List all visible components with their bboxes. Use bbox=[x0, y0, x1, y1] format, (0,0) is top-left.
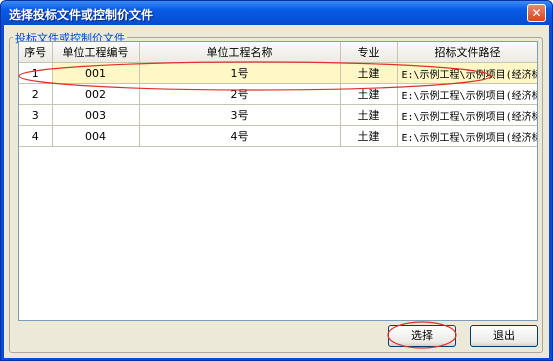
cell-unit-name: 4号 bbox=[139, 125, 341, 147]
cell-unit-name: 3号 bbox=[139, 104, 341, 126]
col-header-unit-name[interactable]: 单位工程名称 bbox=[139, 42, 341, 63]
table-row[interactable]: 2 002 2号 土建 E:\示例工程\示例项目(经济标投 bbox=[19, 83, 537, 105]
col-header-discipline[interactable]: 专业 bbox=[340, 42, 398, 63]
cell-discipline: 土建 bbox=[340, 83, 398, 105]
exit-button[interactable]: 退出 bbox=[470, 325, 538, 347]
cell-discipline: 土建 bbox=[340, 104, 398, 126]
table-row-selected[interactable]: 1 001 1号 土建 E:\示例工程\示例项目(经济标投 bbox=[19, 62, 537, 84]
cell-discipline: 土建 bbox=[340, 125, 398, 147]
cell-unit-code: 002 bbox=[52, 83, 140, 105]
table-row[interactable]: 3 003 3号 土建 E:\示例工程\示例项目(经济标投 bbox=[19, 104, 537, 126]
select-button[interactable]: 选择 bbox=[388, 325, 456, 347]
window-title: 选择投标文件或控制价文件 bbox=[9, 8, 154, 22]
cell-unit-code: 004 bbox=[52, 125, 140, 147]
cell-seq: 3 bbox=[19, 104, 53, 126]
dialog-body: 投标文件或控制价文件 序号 单位工程编号 单位工程名称 专业 招标文件路径 1 … bbox=[4, 25, 549, 358]
dialog-window: 选择投标文件或控制价文件 ✕ 投标文件或控制价文件 序号 单位工程编号 单位工程… bbox=[0, 0, 553, 361]
cell-unit-name: 1号 bbox=[139, 62, 341, 84]
cell-unit-code: 003 bbox=[52, 104, 140, 126]
close-button[interactable]: ✕ bbox=[527, 4, 546, 22]
cell-unit-name: 2号 bbox=[139, 83, 341, 105]
cell-file-path: E:\示例工程\示例项目(经济标投 bbox=[397, 83, 537, 105]
col-header-seq[interactable]: 序号 bbox=[19, 42, 53, 63]
cell-discipline: 土建 bbox=[340, 62, 398, 84]
file-grid[interactable]: 序号 单位工程编号 单位工程名称 专业 招标文件路径 1 001 1号 土建 E… bbox=[18, 41, 538, 321]
cell-seq: 2 bbox=[19, 83, 53, 105]
cell-seq: 4 bbox=[19, 125, 53, 147]
cell-file-path: E:\示例工程\示例项目(经济标投 bbox=[397, 125, 537, 147]
close-icon: ✕ bbox=[531, 6, 542, 20]
cell-seq: 1 bbox=[19, 62, 53, 84]
cell-unit-code: 001 bbox=[52, 62, 140, 84]
file-table: 序号 单位工程编号 单位工程名称 专业 招标文件路径 1 001 1号 土建 E… bbox=[19, 42, 537, 147]
title-bar[interactable]: 选择投标文件或控制价文件 ✕ bbox=[1, 1, 552, 25]
table-row[interactable]: 4 004 4号 土建 E:\示例工程\示例项目(经济标投 bbox=[19, 125, 537, 147]
col-header-file-path[interactable]: 招标文件路径 bbox=[397, 42, 537, 63]
table-header-row: 序号 单位工程编号 单位工程名称 专业 招标文件路径 bbox=[19, 42, 537, 63]
cell-file-path: E:\示例工程\示例项目(经济标投 bbox=[397, 62, 537, 84]
col-header-unit-code[interactable]: 单位工程编号 bbox=[52, 42, 140, 63]
cell-file-path: E:\示例工程\示例项目(经济标投 bbox=[397, 104, 537, 126]
